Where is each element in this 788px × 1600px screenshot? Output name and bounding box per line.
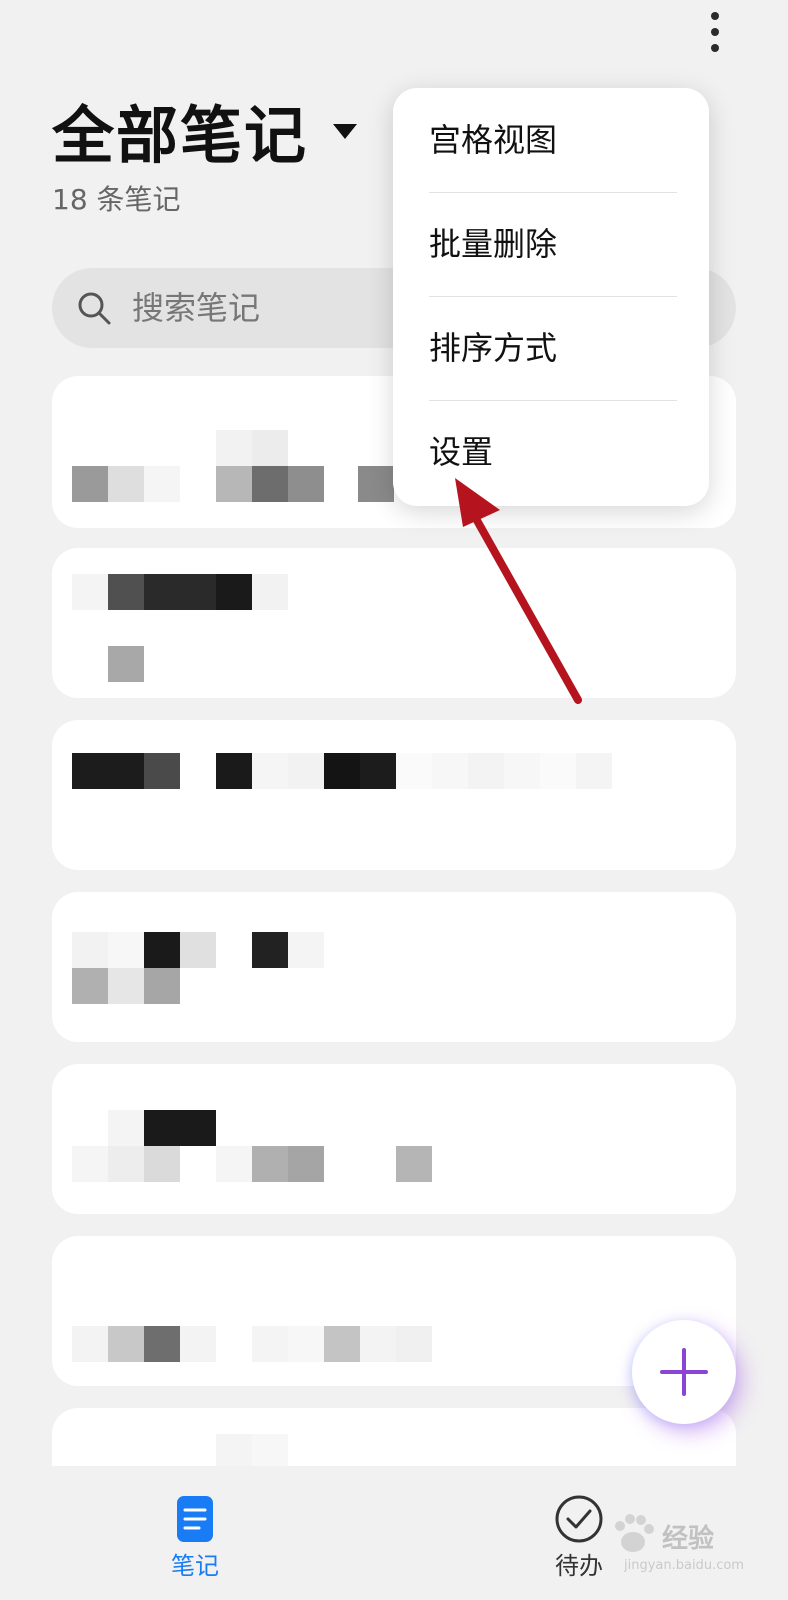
options-menu: 宫格视图 批量删除 排序方式 设置 [393, 88, 709, 506]
more-dot [711, 44, 719, 52]
search-input[interactable]: 搜索笔记 [132, 287, 260, 329]
check-circle-icon [555, 1495, 603, 1543]
nav-item-notes[interactable]: 笔记 [130, 1466, 260, 1600]
menu-item-batch-delete[interactable]: 批量删除 [429, 192, 677, 296]
more-vertical-icon [711, 12, 719, 20]
menu-item-settings[interactable]: 设置 [429, 400, 677, 504]
page-title[interactable]: 全部笔记 [52, 96, 308, 176]
paw-logo-icon [615, 1514, 654, 1552]
nav-label-notes: 笔记 [171, 1552, 219, 1580]
note-count: 18 条笔记 [52, 183, 181, 216]
note-card-5[interactable] [52, 1064, 736, 1214]
more-dot [711, 28, 719, 36]
search-icon [78, 292, 111, 325]
watermark-text: 经验 [662, 1524, 715, 1554]
note-card-2[interactable] [52, 548, 736, 698]
watermark-sub: jingyan.baidu.com [624, 1558, 744, 1573]
add-note-button[interactable] [632, 1320, 736, 1424]
plus-icon [660, 1348, 708, 1396]
watermark: 经验 jingyan.baidu.com [604, 1500, 754, 1580]
note-icon [177, 1496, 213, 1542]
menu-item-grid-view[interactable]: 宫格视图 [429, 88, 677, 192]
note-card-3[interactable] [52, 720, 736, 870]
menu-item-sort-order[interactable]: 排序方式 [429, 296, 677, 400]
title-dropdown-caret-icon[interactable] [333, 124, 357, 139]
more-options-button[interactable] [696, 12, 732, 60]
note-card-4[interactable] [52, 892, 736, 1042]
